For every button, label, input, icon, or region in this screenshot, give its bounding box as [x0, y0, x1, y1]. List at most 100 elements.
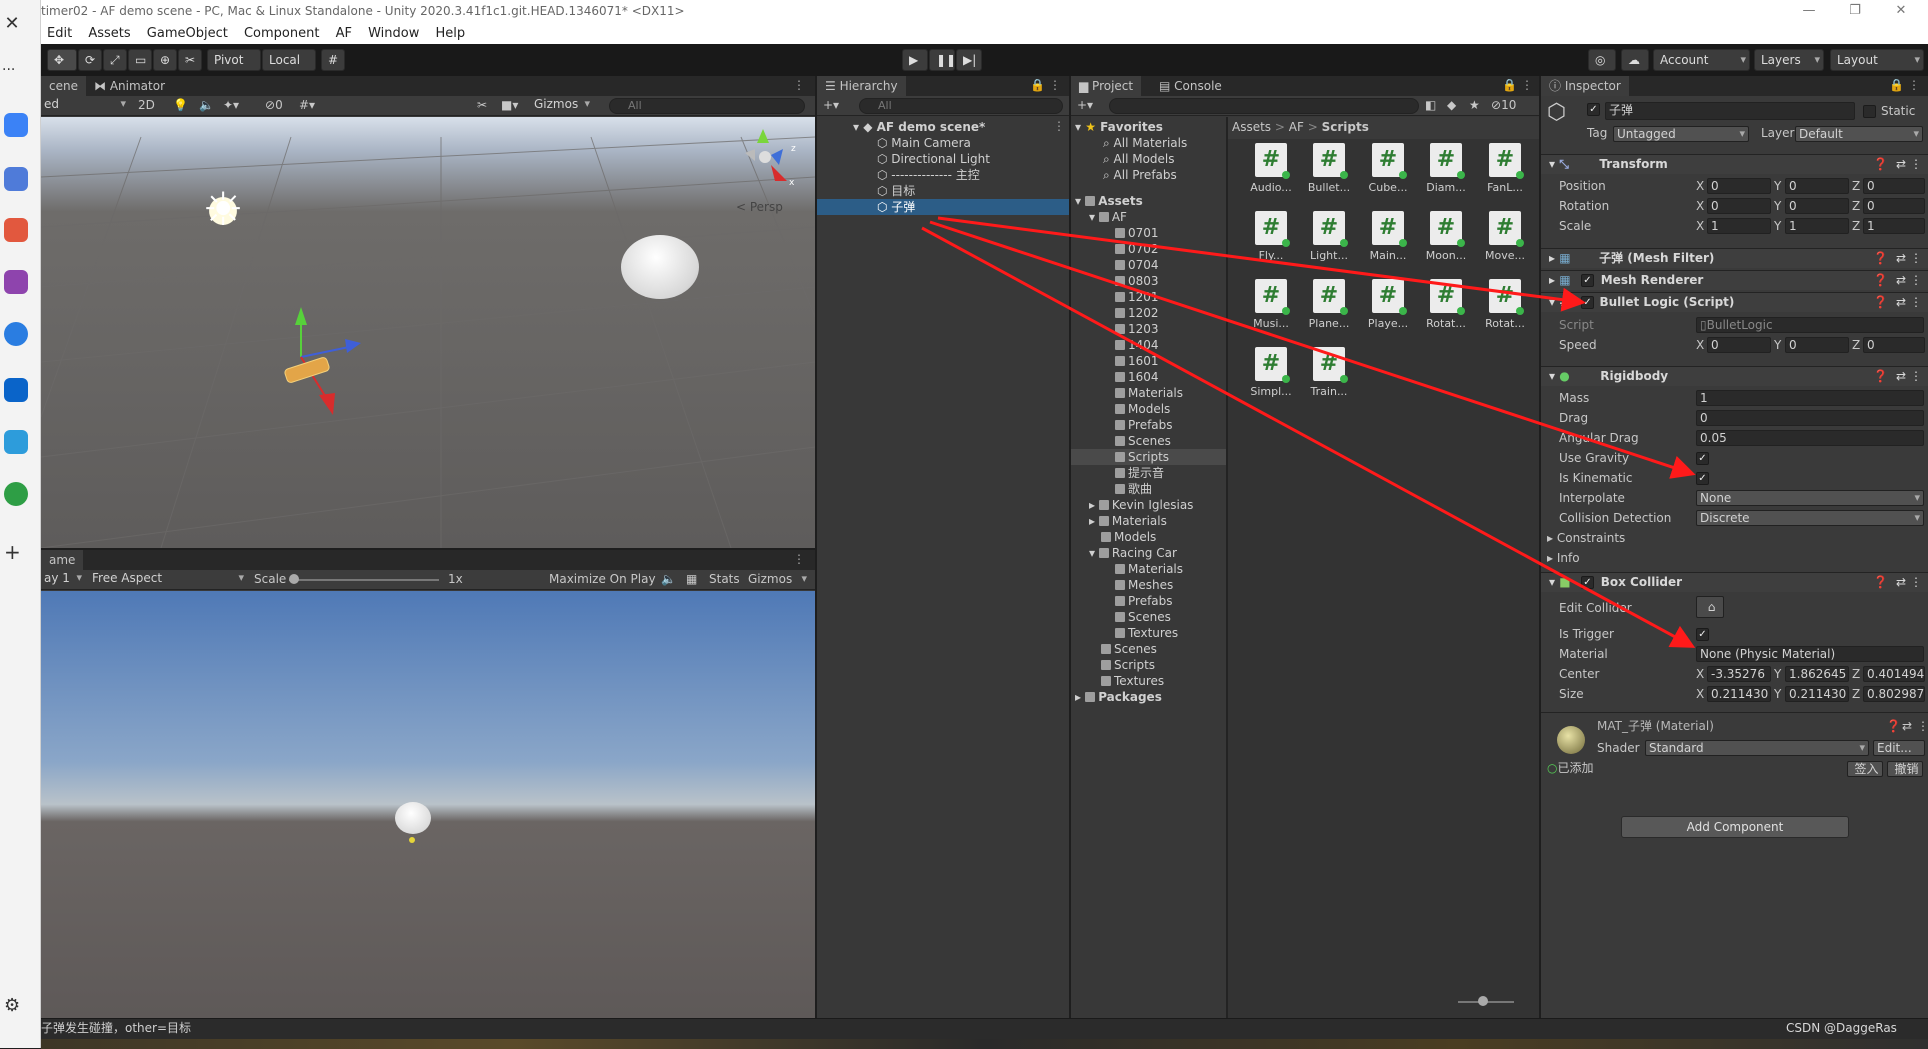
- folder-racing-materials[interactable]: Materials: [1115, 561, 1183, 577]
- breadcrumb-scripts[interactable]: Scripts: [1322, 120, 1369, 134]
- shader-dropdown[interactable]: Standard: [1645, 740, 1869, 756]
- restore-button[interactable]: ❐: [1832, 0, 1878, 24]
- scale-z-field[interactable]: 1: [1863, 218, 1925, 234]
- hierarchy-item-directional-light[interactable]: ⬡ Directional Light: [877, 151, 990, 167]
- script-asset-plane[interactable]: # Plane...: [1304, 279, 1354, 339]
- send-app-icon[interactable]: [4, 430, 28, 454]
- audio-toggle-icon[interactable]: 🔈: [199, 96, 214, 114]
- script-asset-audio[interactable]: # Audio...: [1246, 143, 1296, 203]
- size-y-field[interactable]: 0.211430: [1785, 686, 1849, 702]
- layer-dropdown[interactable]: Default: [1795, 126, 1923, 142]
- game-gizmos-dropdown[interactable]: Gizmos: [748, 570, 810, 588]
- panel-menu-icon[interactable]: ⋮: [793, 78, 805, 92]
- scale-slider-handle[interactable]: [289, 574, 299, 584]
- transform-tool-button[interactable]: ⊕: [153, 49, 177, 71]
- object-name-field[interactable]: 子弹: [1605, 102, 1855, 120]
- add-component-button[interactable]: Add Component: [1621, 816, 1849, 838]
- add-icon[interactable]: +: [4, 540, 21, 564]
- script-asset-bullet[interactable]: # Bullet...: [1304, 143, 1354, 203]
- info-foldout[interactable]: ▸ Info: [1547, 549, 1580, 567]
- rotation-z-field[interactable]: 0: [1863, 198, 1925, 214]
- edit-collider-button[interactable]: ⌂: [1696, 596, 1724, 618]
- folder-af-materials[interactable]: Materials: [1115, 385, 1183, 401]
- scale-tool-button[interactable]: ⤢: [103, 49, 127, 71]
- folder-racing-scenes[interactable]: Scenes: [1115, 609, 1171, 625]
- folder-kevin-iglesias[interactable]: ▸ Kevin Iglesias: [1089, 497, 1193, 513]
- speed-y-field[interactable]: 0: [1785, 337, 1849, 353]
- component-settings-icon[interactable]: ⇄: [1896, 293, 1906, 312]
- folder-models[interactable]: Models: [1101, 529, 1156, 545]
- material-settings-icon[interactable]: ⇄: [1902, 717, 1912, 735]
- script-asset-player[interactable]: # Playe...: [1363, 279, 1413, 339]
- collision-detection-dropdown[interactable]: Discrete: [1696, 510, 1924, 526]
- component-help-icon[interactable]: ❓: [1873, 293, 1888, 312]
- tab-animator[interactable]: ⧓ Animator: [86, 76, 173, 96]
- folder-textures[interactable]: Textures: [1101, 673, 1164, 689]
- folder-0803[interactable]: 0803: [1115, 273, 1159, 289]
- component-settings-icon[interactable]: ⇄: [1896, 367, 1906, 386]
- component-menu-icon[interactable]: ⋮: [1910, 573, 1922, 592]
- script-asset-rotate-1[interactable]: # Rotat...: [1421, 279, 1471, 339]
- tab-scene[interactable]: cene: [41, 76, 86, 96]
- mute-audio-icon[interactable]: 🔈: [661, 570, 676, 588]
- folder-materials[interactable]: ▸ Materials: [1089, 513, 1167, 529]
- menu-edit[interactable]: Edit: [47, 26, 72, 41]
- camera-dropdown-icon[interactable]: ■▾: [501, 96, 518, 114]
- folder-af-scenes[interactable]: Scenes: [1115, 433, 1171, 449]
- minimize-button[interactable]: —: [1786, 0, 1832, 24]
- directional-light-icon[interactable]: ☀: [199, 186, 247, 235]
- filter-type-icon[interactable]: ◧: [1425, 96, 1436, 114]
- folder-racing-meshes[interactable]: Meshes: [1115, 577, 1173, 593]
- folder-sounds[interactable]: 提示音: [1115, 465, 1164, 481]
- af-folder[interactable]: ▾ AF: [1089, 209, 1127, 225]
- menu-assets[interactable]: Assets: [88, 26, 130, 41]
- material-help-icon[interactable]: ❓: [1886, 717, 1901, 735]
- component-settings-icon[interactable]: ⇄: [1896, 573, 1906, 592]
- script-asset-moon[interactable]: # Moon...: [1421, 211, 1471, 271]
- folder-1203[interactable]: 1203: [1115, 321, 1159, 337]
- hierarchy-item-main-camera[interactable]: ⬡ Main Camera: [877, 135, 971, 151]
- size-x-field[interactable]: 0.211430: [1707, 686, 1771, 702]
- tab-console[interactable]: ▤ Console: [1151, 76, 1230, 96]
- component-menu-icon[interactable]: ⋮: [1910, 155, 1922, 174]
- tab-hierarchy[interactable]: ☰ Hierarchy: [817, 76, 906, 96]
- folder-af-prefabs[interactable]: Prefabs: [1115, 417, 1173, 433]
- component-help-icon[interactable]: ❓: [1873, 249, 1888, 268]
- script-asset-rotate-2[interactable]: # Rotat...: [1480, 279, 1530, 339]
- folder-1604[interactable]: 1604: [1115, 369, 1159, 385]
- component-menu-icon[interactable]: ⋮: [1910, 249, 1922, 268]
- grid-snap-button[interactable]: #: [321, 49, 345, 71]
- menu-af[interactable]: AF: [336, 26, 352, 41]
- tab-project[interactable]: ▆ Project: [1071, 76, 1142, 96]
- tab-game[interactable]: ame: [41, 550, 84, 570]
- move-tool-button[interactable]: ✥: [47, 49, 77, 71]
- interpolate-dropdown[interactable]: None: [1696, 490, 1924, 506]
- script-asset-main[interactable]: # Main...: [1363, 211, 1413, 271]
- drag-field[interactable]: 0: [1696, 410, 1924, 426]
- orientation-gizmo[interactable]: x z: [731, 125, 801, 195]
- bullet-logic-header[interactable]: ▾ # ✓ Bullet Logic (Script) ❓ ⇄ ⋮: [1541, 292, 1928, 312]
- script-asset-train[interactable]: # Train...: [1304, 347, 1354, 407]
- maximize-on-play-button[interactable]: Maximize On Play: [549, 570, 656, 588]
- scene-root[interactable]: ▾ ◆ AF demo scene*: [853, 119, 985, 135]
- component-menu-icon[interactable]: ⋮: [1910, 367, 1922, 386]
- layers-dropdown[interactable]: Layers: [1754, 49, 1824, 71]
- rotate-tool-button[interactable]: ⟳: [78, 49, 102, 71]
- checkin-button[interactable]: 签入: [1847, 761, 1883, 777]
- hidden-packages-count[interactable]: ⊘10: [1491, 96, 1516, 114]
- rotation-y-field[interactable]: 0: [1785, 198, 1849, 214]
- favorite-all-models[interactable]: ⌕ All Models: [1103, 151, 1175, 167]
- component-help-icon[interactable]: ❓: [1873, 271, 1888, 290]
- mesh-renderer-enabled-checkbox[interactable]: ✓: [1581, 274, 1594, 287]
- tools-icon[interactable]: ✂: [477, 96, 487, 114]
- material-title[interactable]: MAT_子弹 (Material): [1597, 717, 1714, 735]
- rigidbody-header[interactable]: ▾ ● Rigidbody ❓ ⇄ ⋮: [1541, 366, 1928, 386]
- lock-icon[interactable]: 🔒: [1502, 78, 1517, 92]
- position-z-field[interactable]: 0: [1863, 178, 1925, 194]
- position-y-field[interactable]: 0: [1785, 178, 1849, 194]
- lock-icon[interactable]: 🔒: [1030, 78, 1045, 92]
- constraints-foldout[interactable]: ▸ Constraints: [1547, 529, 1625, 547]
- shading-mode-dropdown[interactable]: ed: [41, 97, 129, 113]
- effects-toggle-icon[interactable]: ✦▾: [223, 96, 239, 114]
- pause-button[interactable]: ❚❚: [929, 49, 956, 71]
